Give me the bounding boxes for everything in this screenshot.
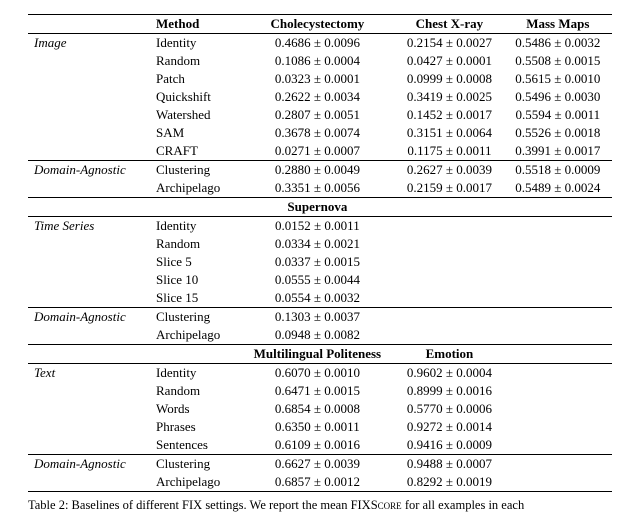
- table-caption: Table 2: Baselines of different FIX sett…: [28, 498, 612, 513]
- group-domain-agnostic: Domain-Agnostic: [28, 161, 150, 198]
- value-cell: 0.5496 ± 0.0030: [504, 88, 612, 106]
- value-cell: 0.2880 ± 0.0049: [240, 161, 396, 179]
- col-cholecystectomy: Cholecystectomy: [240, 15, 396, 34]
- value-cell: 0.0999 ± 0.0008: [395, 70, 503, 88]
- value-cell: 0.6854 ± 0.0008: [240, 400, 396, 418]
- value-cell: 0.4686 ± 0.0096: [240, 34, 396, 52]
- value-cell: 0.0554 ± 0.0032: [240, 289, 396, 308]
- value-cell: 0.1303 ± 0.0037: [240, 308, 396, 326]
- value-cell: 0.0271 ± 0.0007: [240, 142, 396, 161]
- value-cell: 0.5518 ± 0.0009: [504, 161, 612, 179]
- method-cell: Identity: [150, 217, 240, 235]
- value-cell: 0.9416 ± 0.0009: [395, 436, 503, 455]
- method-cell: Quickshift: [150, 88, 240, 106]
- value-cell: 0.5594 ± 0.0011: [504, 106, 612, 124]
- value-cell: 0.1175 ± 0.0011: [395, 142, 503, 161]
- page: Method Cholecystectomy Chest X-ray Mass …: [0, 0, 640, 521]
- col-chest-xray: Chest X-ray: [395, 15, 503, 34]
- value-cell: 0.0323 ± 0.0001: [240, 70, 396, 88]
- method-cell: Archipelago: [150, 473, 240, 492]
- group-text: Text: [28, 364, 150, 455]
- method-cell: Clustering: [150, 308, 240, 326]
- caption-lead: Table 2: Baselines of different FIX sett…: [28, 498, 371, 512]
- value-cell: 0.3419 ± 0.0025: [395, 88, 503, 106]
- method-cell: Clustering: [150, 455, 240, 473]
- value-cell: 0.8292 ± 0.0019: [395, 473, 503, 492]
- value-cell: 0.5508 ± 0.0015: [504, 52, 612, 70]
- method-cell: Slice 15: [150, 289, 240, 308]
- value-cell: 0.5615 ± 0.0010: [504, 70, 612, 88]
- value-cell: 0.2154 ± 0.0027: [395, 34, 503, 52]
- caption-smallcaps: Score: [371, 498, 402, 512]
- value-cell: 0.1086 ± 0.0004: [240, 52, 396, 70]
- value-cell: 0.3678 ± 0.0074: [240, 124, 396, 142]
- group-image: Image: [28, 34, 150, 161]
- value-cell: 0.0152 ± 0.0011: [240, 217, 396, 235]
- value-cell: 0.3991 ± 0.0017: [504, 142, 612, 161]
- method-cell: Patch: [150, 70, 240, 88]
- value-cell: 0.5489 ± 0.0024: [504, 179, 612, 198]
- value-cell: 0.9602 ± 0.0004: [395, 364, 503, 382]
- value-cell: 0.3151 ± 0.0064: [395, 124, 503, 142]
- value-cell: 0.0337 ± 0.0015: [240, 253, 396, 271]
- value-cell: 0.6627 ± 0.0039: [240, 455, 396, 473]
- value-cell: 0.5486 ± 0.0032: [504, 34, 612, 52]
- header-row-1: Method Cholecystectomy Chest X-ray Mass …: [28, 15, 612, 34]
- value-cell: 0.2159 ± 0.0017: [395, 179, 503, 198]
- method-cell: Phrases: [150, 418, 240, 436]
- group-domain-agnostic: Domain-Agnostic: [28, 455, 150, 492]
- method-cell: Identity: [150, 34, 240, 52]
- col-method: Method: [150, 15, 240, 34]
- value-cell: 0.2627 ± 0.0039: [395, 161, 503, 179]
- method-cell: Slice 10: [150, 271, 240, 289]
- method-cell: Archipelago: [150, 326, 240, 345]
- method-cell: Identity: [150, 364, 240, 382]
- value-cell: 0.9488 ± 0.0007: [395, 455, 503, 473]
- method-cell: Watershed: [150, 106, 240, 124]
- value-cell: 0.0555 ± 0.0044: [240, 271, 396, 289]
- col-mass-maps: Mass Maps: [504, 15, 612, 34]
- value-cell: 0.6350 ± 0.0011: [240, 418, 396, 436]
- table-row: Domain-Agnostic Clustering 0.1303 ± 0.00…: [28, 308, 612, 326]
- method-cell: Sentences: [150, 436, 240, 455]
- method-cell: Clustering: [150, 161, 240, 179]
- table-row: Image Identity 0.4686 ± 0.0096 0.2154 ± …: [28, 34, 612, 52]
- method-cell: Archipelago: [150, 179, 240, 198]
- value-cell: 0.5526 ± 0.0018: [504, 124, 612, 142]
- group-domain-agnostic: Domain-Agnostic: [28, 308, 150, 345]
- method-cell: CRAFT: [150, 142, 240, 161]
- table-row: Domain-Agnostic Clustering 0.6627 ± 0.00…: [28, 455, 612, 473]
- table-row: Text Identity 0.6070 ± 0.0010 0.9602 ± 0…: [28, 364, 612, 382]
- method-cell: SAM: [150, 124, 240, 142]
- value-cell: 0.0334 ± 0.0021: [240, 235, 396, 253]
- value-cell: 0.6070 ± 0.0010: [240, 364, 396, 382]
- col-supernova: Supernova: [240, 198, 396, 217]
- method-cell: Words: [150, 400, 240, 418]
- value-cell: 0.9272 ± 0.0014: [395, 418, 503, 436]
- value-cell: 0.0948 ± 0.0082: [240, 326, 396, 345]
- value-cell: 0.8999 ± 0.0016: [395, 382, 503, 400]
- value-cell: 0.2622 ± 0.0034: [240, 88, 396, 106]
- table-row: Domain-Agnostic Clustering 0.2880 ± 0.00…: [28, 161, 612, 179]
- value-cell: 0.6109 ± 0.0016: [240, 436, 396, 455]
- method-cell: Random: [150, 52, 240, 70]
- value-cell: 0.5770 ± 0.0006: [395, 400, 503, 418]
- results-table: Method Cholecystectomy Chest X-ray Mass …: [28, 14, 612, 492]
- col-emotion: Emotion: [395, 345, 503, 364]
- group-time-series: Time Series: [28, 217, 150, 308]
- value-cell: 0.6857 ± 0.0012: [240, 473, 396, 492]
- value-cell: 0.2807 ± 0.0051: [240, 106, 396, 124]
- section-header-supernova: Supernova: [28, 198, 612, 217]
- method-cell: Random: [150, 235, 240, 253]
- value-cell: 0.0427 ± 0.0001: [395, 52, 503, 70]
- value-cell: 0.1452 ± 0.0017: [395, 106, 503, 124]
- method-cell: Slice 5: [150, 253, 240, 271]
- col-multilingual-politeness: Multilingual Politeness: [240, 345, 396, 364]
- caption-tail: for all examples in each: [402, 498, 525, 512]
- section-header-text: Multilingual Politeness Emotion: [28, 345, 612, 364]
- table-row: Time Series Identity 0.0152 ± 0.0011: [28, 217, 612, 235]
- value-cell: 0.3351 ± 0.0056: [240, 179, 396, 198]
- value-cell: 0.6471 ± 0.0015: [240, 382, 396, 400]
- method-cell: Random: [150, 382, 240, 400]
